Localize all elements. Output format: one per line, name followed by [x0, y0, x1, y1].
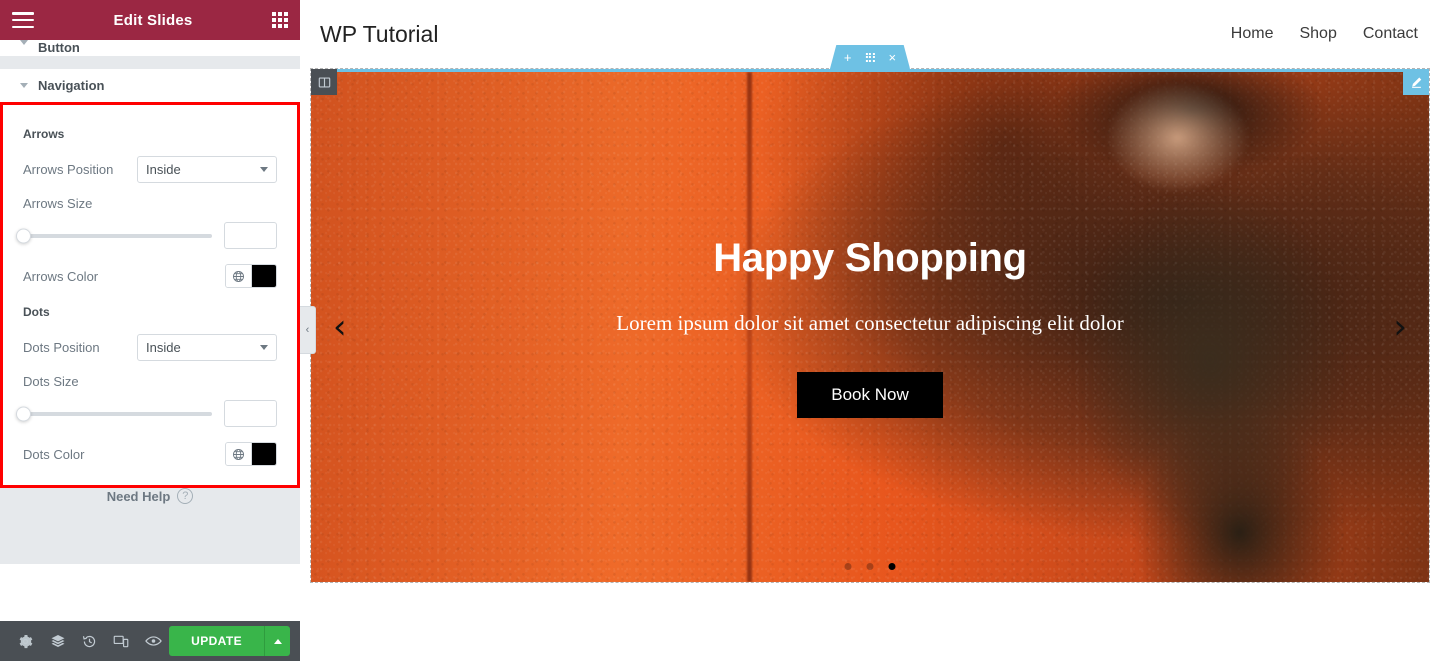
section-header-navigation-label: Navigation — [38, 78, 105, 93]
section-dashed-outline: + × Happy Shopping Lorem ipsum dolor sit… — [310, 45, 1430, 583]
need-help-label: Need Help — [106, 488, 171, 504]
panel-collapse-tab[interactable]: ‹ — [300, 306, 316, 354]
responsive-mode-icon[interactable] — [105, 621, 137, 661]
nav-link-shop[interactable]: Shop — [1299, 25, 1336, 43]
slider-dot[interactable] — [844, 563, 852, 570]
column-handle-icon[interactable] — [311, 69, 337, 95]
update-button-group: UPDATE — [169, 626, 290, 656]
panel-title: Edit Slides — [113, 11, 193, 29]
nav-link-contact[interactable]: Contact — [1363, 25, 1418, 43]
update-button[interactable]: UPDATE — [169, 626, 264, 656]
panel-header: Edit Slides — [0, 0, 300, 40]
update-options-caret[interactable] — [264, 626, 290, 656]
editor-panel: Edit Slides Button Navigation Arrows Arr… — [0, 0, 316, 661]
arrows-size-input[interactable] — [224, 222, 277, 249]
dots-size-label-row: Dots Size — [3, 366, 297, 396]
arrows-size-slider[interactable] — [16, 228, 212, 243]
history-revisions-icon[interactable] — [74, 621, 106, 661]
book-now-button[interactable]: Book Now — [797, 372, 943, 418]
arrows-position-row: Arrows Position Inside — [3, 151, 297, 188]
arrows-size-label-row: Arrows Size — [3, 188, 297, 218]
globe-icon[interactable] — [226, 443, 252, 465]
arrows-size-label: Arrows Size — [23, 195, 93, 211]
panel-body: Button Navigation Arrows Arrows Position… — [0, 40, 300, 621]
chevron-down-icon — [20, 40, 28, 45]
chevron-down-icon — [260, 345, 268, 350]
slider-handle[interactable] — [16, 228, 31, 243]
panel-footer: UPDATE — [0, 621, 300, 661]
slider-handle[interactable] — [16, 406, 31, 421]
caret-up-icon — [273, 638, 282, 644]
panel-divider — [0, 56, 300, 69]
navigation-controls-group: Arrows Arrows Position Inside Arrows Siz… — [0, 102, 300, 488]
arrows-color-row: Arrows Color — [3, 259, 297, 293]
section-wrapper: + × Happy Shopping Lorem ipsum dolor sit… — [310, 45, 1430, 583]
section-header-button[interactable]: Button — [0, 40, 300, 56]
slider-dot[interactable] — [866, 563, 874, 570]
dots-position-label: Dots Position — [23, 340, 100, 355]
arrows-size-row — [3, 218, 297, 259]
section-toolbar: + × — [829, 45, 911, 69]
dots-color-swatch[interactable] — [252, 443, 276, 465]
dots-color-control — [225, 442, 277, 466]
need-help[interactable]: Need Help ? — [0, 488, 300, 564]
slider-prev-arrow[interactable]: ‹ — [333, 310, 347, 344]
site-nav: Home Shop Contact — [1231, 25, 1418, 43]
close-section-icon[interactable]: × — [889, 51, 897, 64]
layers-navigator-icon[interactable] — [42, 621, 74, 661]
dots-size-row — [3, 396, 297, 437]
dots-position-value: Inside — [146, 340, 181, 355]
section-header-navigation[interactable]: Navigation — [0, 69, 300, 102]
dots-position-select[interactable]: Inside — [137, 334, 277, 361]
arrows-position-label: Arrows Position — [23, 162, 114, 177]
arrows-position-value: Inside — [146, 162, 181, 177]
slider-dot[interactable] — [888, 563, 896, 570]
preview-canvas: WP Tutorial Home Shop Contact + × Happy … — [300, 0, 1440, 661]
slide-subtitle: Lorem ipsum dolor sit amet consectetur a… — [616, 311, 1124, 335]
arrows-color-swatch[interactable] — [252, 265, 276, 287]
nav-link-home[interactable]: Home — [1231, 25, 1274, 43]
slide: Happy Shopping Lorem ipsum dolor sit ame… — [311, 69, 1429, 582]
section-header-button-label: Button — [38, 40, 80, 55]
dots-size-label: Dots Size — [23, 373, 79, 389]
dots-position-row: Dots Position Inside — [3, 329, 297, 366]
site-logo: WP Tutorial — [320, 20, 439, 47]
dots-group-label: Dots — [23, 305, 50, 319]
arrows-group-label: Arrows — [23, 127, 65, 141]
dots-size-slider[interactable] — [16, 406, 212, 421]
hamburger-icon[interactable] — [12, 12, 34, 28]
elementor-editor: Edit Slides Button Navigation Arrows Arr… — [0, 0, 1440, 661]
edit-pencil-icon[interactable] — [1403, 69, 1429, 95]
preview-eye-icon[interactable] — [137, 621, 169, 661]
chevron-down-icon — [20, 83, 28, 88]
drag-handle-icon[interactable] — [865, 52, 875, 62]
slide-title: Happy Shopping — [713, 236, 1027, 280]
dots-color-label: Dots Color — [23, 446, 85, 462]
add-section-icon[interactable]: + — [844, 51, 852, 64]
slide-content: Happy Shopping Lorem ipsum dolor sit ame… — [311, 72, 1429, 582]
canvas-bottom-space — [300, 583, 1440, 651]
grid-icon[interactable] — [272, 12, 288, 28]
slider-next-arrow[interactable]: › — [1393, 310, 1407, 344]
dots-color-row: Dots Color — [3, 437, 297, 471]
arrows-color-control — [225, 264, 277, 288]
arrows-color-label: Arrows Color — [23, 268, 99, 284]
globe-icon[interactable] — [226, 265, 252, 287]
dots-size-input[interactable] — [224, 400, 277, 427]
question-circle-icon[interactable]: ? — [177, 488, 194, 504]
arrows-position-select[interactable]: Inside — [137, 156, 277, 183]
settings-gear-icon[interactable] — [10, 621, 42, 661]
slider-dots — [844, 563, 896, 570]
chevron-down-icon — [260, 167, 268, 172]
